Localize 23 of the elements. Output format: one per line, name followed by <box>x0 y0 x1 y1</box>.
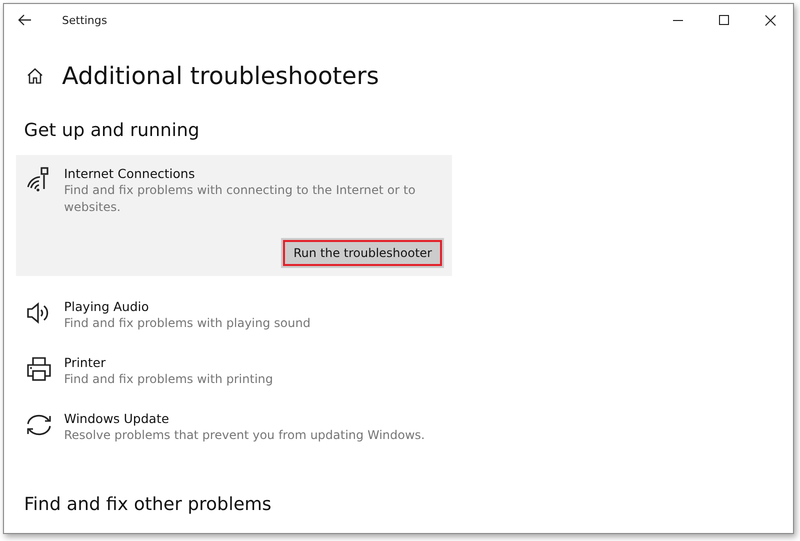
close-icon <box>764 14 776 26</box>
troubleshooter-name: Internet Connections <box>64 165 196 182</box>
back-arrow-icon <box>18 14 32 26</box>
maximize-icon <box>718 14 730 26</box>
troubleshooter-name: Printer <box>64 354 107 371</box>
troubleshooter-item[interactable]: Playing Audio Find and fix problems with playing sound <box>16 286 452 342</box>
page-title: Additional troubleshooters <box>62 62 380 90</box>
troubleshooter-description: Find and fix problems with connecting to the Internet or to websites. <box>64 182 416 216</box>
home-icon[interactable] <box>26 67 44 85</box>
troubleshooter-name: Windows Update <box>64 410 170 427</box>
window-title: Settings <box>62 14 108 26</box>
troubleshooter-name: Playing Audio <box>64 298 150 315</box>
troubleshooter-description: Resolve problems that prevent you from updating Windows. <box>64 427 425 444</box>
troubleshooter-description: Find and fix problems with printing <box>64 371 274 388</box>
refresh-icon <box>26 412 52 438</box>
printer-icon <box>26 356 52 382</box>
troubleshooter-item[interactable]: Windows Update Resolve problems that prevent you from updating Windows. <box>16 398 452 454</box>
run-troubleshooter-button[interactable]: Run the troubleshooter <box>283 240 442 266</box>
troubleshooter-card[interactable]: Internet Connections Find and fix problems with connecting to the Internet or to websites. Run the troubleshooter <box>16 155 452 276</box>
troubleshooter-description: Find and fix problems with playing sound <box>64 315 310 332</box>
troubleshooter-item[interactable]: Printer Find and fix problems with printing <box>16 342 452 398</box>
section-heading: Get up and running <box>24 120 200 141</box>
section-heading: Find and fix other problems <box>24 494 272 515</box>
